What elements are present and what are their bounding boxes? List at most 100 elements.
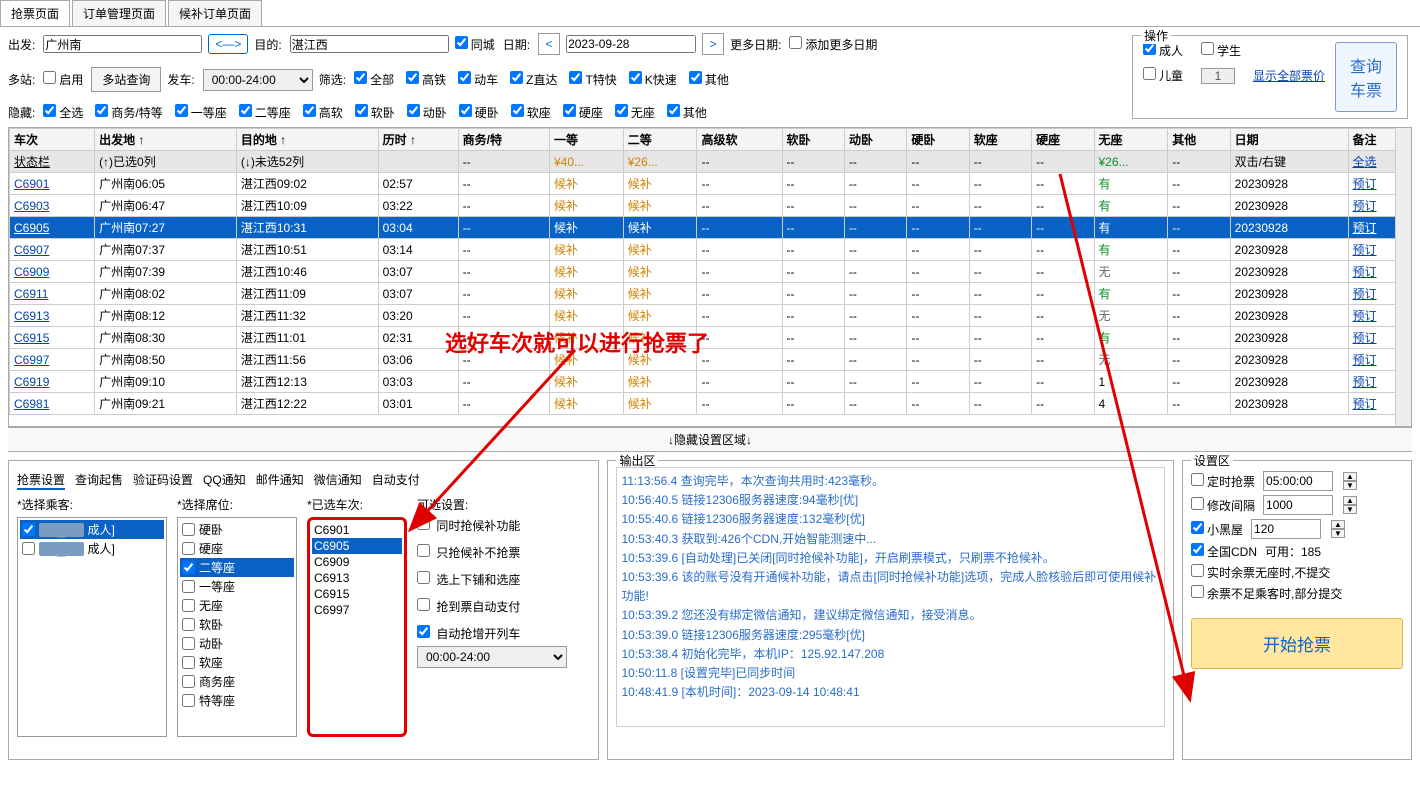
filter-高铁[interactable]: 高铁: [406, 73, 446, 87]
vertical-scrollbar[interactable]: [1395, 128, 1411, 426]
table-row[interactable]: C6903广州南06:47湛江西10:0903:22--候补候补--------…: [10, 195, 1411, 217]
filter-K快速[interactable]: K快速: [629, 73, 677, 87]
chosen-train-item[interactable]: C6901: [312, 522, 402, 538]
blackroom-cb[interactable]: 小黑屋: [1191, 521, 1243, 538]
timed-cb[interactable]: 定时抢票: [1191, 473, 1255, 490]
table-row[interactable]: C6911广州南08:02湛江西11:0903:07--候补候补--------…: [10, 283, 1411, 305]
settings-tab[interactable]: 微信通知: [314, 471, 362, 490]
col-header[interactable]: 一等: [549, 129, 623, 151]
settings-tab[interactable]: QQ通知: [203, 471, 246, 490]
date-next[interactable]: >: [702, 33, 724, 55]
book-link[interactable]: 预订: [1353, 243, 1377, 257]
show-all-price-link[interactable]: 显示全部票价: [1253, 67, 1325, 84]
col-header[interactable]: 动卧: [844, 129, 906, 151]
addmore[interactable]: 添加更多日期: [789, 36, 877, 53]
passenger-list[interactable]: █成人] █成人]: [17, 517, 167, 737]
child-count[interactable]: [1201, 68, 1235, 84]
settings-tab[interactable]: 自动支付: [372, 471, 420, 490]
tab-grab[interactable]: 抢票页面: [0, 0, 70, 26]
dest-input[interactable]: [290, 35, 449, 53]
col-header[interactable]: 历时 ↑: [378, 129, 458, 151]
opt-item[interactable]: 选上下铺和选座: [417, 571, 567, 588]
filter-动车[interactable]: 动车: [458, 73, 498, 87]
passenger-item[interactable]: █成人]: [20, 539, 164, 558]
filter-其他[interactable]: 其他: [689, 73, 729, 87]
book-link[interactable]: 预订: [1353, 375, 1377, 389]
book-link[interactable]: 预订: [1353, 287, 1377, 301]
book-link[interactable]: 预订: [1353, 221, 1377, 235]
cdn-cb[interactable]: 全国CDN: [1191, 543, 1257, 560]
swap-button[interactable]: <—>: [208, 34, 248, 54]
book-link[interactable]: 预订: [1353, 177, 1377, 191]
date-prev[interactable]: <: [538, 33, 560, 55]
chosen-train-list[interactable]: C6901C6905C6909C6913C6915C6997: [307, 517, 407, 737]
col-header[interactable]: 出发地 ↑: [95, 129, 237, 151]
noseat-cb[interactable]: 实时余票无座时,不提交: [1191, 564, 1330, 581]
hide-商务/特等[interactable]: 商务/特等: [95, 106, 162, 120]
tab-waitlist[interactable]: 候补订单页面: [168, 0, 262, 26]
book-link[interactable]: 预订: [1353, 199, 1377, 213]
depart-input[interactable]: [43, 35, 202, 53]
opts-time-select[interactable]: 00:00-24:00: [417, 646, 567, 668]
table-row[interactable]: C6919广州南09:10湛江西12:1303:03--候补候补--------…: [10, 371, 1411, 393]
opt-item[interactable]: 同时抢候补功能: [417, 517, 567, 534]
seat-item[interactable]: 硬卧: [180, 520, 294, 539]
col-header[interactable]: 商务/特: [458, 129, 549, 151]
hide-一等座[interactable]: 一等座: [175, 106, 227, 120]
student-cb[interactable]: 学生: [1201, 42, 1241, 59]
hide-软卧[interactable]: 软卧: [355, 106, 395, 120]
book-link[interactable]: 预订: [1353, 265, 1377, 279]
chosen-train-item[interactable]: C6915: [312, 586, 402, 602]
opt-item[interactable]: 自动抢增开列车: [417, 625, 567, 642]
settings-tab[interactable]: 查询起售: [75, 471, 123, 490]
filter-T特快[interactable]: T特快: [569, 73, 616, 87]
hide-硬座[interactable]: 硬座: [563, 106, 603, 120]
seat-item[interactable]: 硬座: [180, 539, 294, 558]
hide-硬卧[interactable]: 硬卧: [459, 106, 499, 120]
tab-orders[interactable]: 订单管理页面: [72, 0, 166, 26]
query-button[interactable]: 查询 车票: [1335, 42, 1397, 112]
seat-list[interactable]: 硬卧 硬座 二等座 一等座 无座 软卧 动卧 软座 商务座 特等座: [177, 517, 297, 737]
settings-tab[interactable]: 邮件通知: [256, 471, 304, 490]
table-row[interactable]: C6901广州南06:05湛江西09:0202:57--候补候补--------…: [10, 173, 1411, 195]
table-row[interactable]: C6907广州南07:37湛江西10:5103:14--候补候补--------…: [10, 239, 1411, 261]
partial-cb[interactable]: 余票不足乘客时,部分提交: [1191, 585, 1342, 602]
col-header[interactable]: 其他: [1168, 129, 1230, 151]
table-row[interactable]: C6909广州南07:39湛江西10:4603:07--候补候补--------…: [10, 261, 1411, 283]
enable-multi[interactable]: 启用: [43, 71, 83, 88]
chosen-train-item[interactable]: C6905: [312, 538, 402, 554]
seat-item[interactable]: 无座: [180, 596, 294, 615]
adult-cb[interactable]: 成人: [1143, 42, 1183, 59]
interval-cb[interactable]: 修改间隔: [1191, 497, 1255, 514]
date-input[interactable]: [566, 35, 696, 53]
book-link[interactable]: 预订: [1353, 331, 1377, 345]
passenger-item[interactable]: █成人]: [20, 520, 164, 539]
opt-item[interactable]: 抢到票自动支付: [417, 598, 567, 615]
multi-query-button[interactable]: 多站查询: [91, 67, 161, 92]
col-header[interactable]: 硬座: [1032, 129, 1094, 151]
hide-二等座[interactable]: 二等座: [239, 106, 291, 120]
col-header[interactable]: 软座: [969, 129, 1031, 151]
hide-全选[interactable]: 全选: [43, 106, 83, 120]
seat-item[interactable]: 二等座: [180, 558, 294, 577]
blackroom-val[interactable]: [1251, 519, 1321, 539]
filter-全部[interactable]: 全部: [354, 73, 394, 87]
table-row[interactable]: C6913广州南08:12湛江西11:3203:20--候补候补--------…: [10, 305, 1411, 327]
hide-其他[interactable]: 其他: [667, 106, 707, 120]
hide-高软[interactable]: 高软: [303, 106, 343, 120]
col-header[interactable]: 日期: [1230, 129, 1348, 151]
col-header[interactable]: 高级软: [697, 129, 782, 151]
timed-val[interactable]: [1263, 471, 1333, 491]
train-grid[interactable]: 车次出发地 ↑目的地 ↑历时 ↑商务/特一等二等高级软软卧动卧硬卧软座硬座无座其…: [8, 127, 1412, 427]
select-all-link[interactable]: 全选: [1353, 155, 1377, 169]
opt-item[interactable]: 只抢候补不抢票: [417, 544, 567, 561]
toggle-settings-area[interactable]: ↓隐藏设置区域↓: [8, 427, 1412, 452]
chosen-train-item[interactable]: C6997: [312, 602, 402, 618]
settings-tab[interactable]: 抢票设置: [17, 471, 65, 490]
col-header[interactable]: 无座: [1094, 129, 1168, 151]
output-area[interactable]: 11:13:56.4 查询完毕，本次查询共用时:423毫秒。10:56:40.5…: [616, 467, 1165, 727]
book-link[interactable]: 预订: [1353, 397, 1377, 411]
hide-软座[interactable]: 软座: [511, 106, 551, 120]
seat-item[interactable]: 一等座: [180, 577, 294, 596]
table-row[interactable]: C6915广州南08:30湛江西11:0102:31--候补候补--------…: [10, 327, 1411, 349]
